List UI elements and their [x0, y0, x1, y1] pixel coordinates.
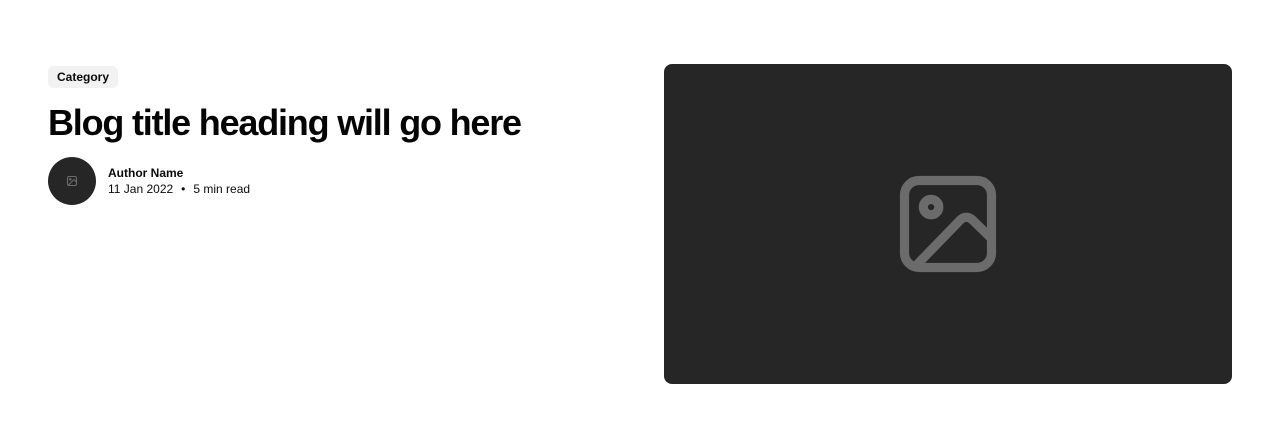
category-tag[interactable]: Category	[48, 66, 119, 88]
blog-title: Blog title heading will go here	[48, 102, 522, 143]
author-info: Author Name 11 Jan 2022 • 5 min read	[108, 165, 250, 197]
author-name[interactable]: Author Name	[108, 165, 250, 181]
hero-image	[664, 64, 1232, 384]
read-time: 5 min read	[193, 182, 251, 196]
image-placeholder-icon	[899, 175, 997, 273]
publish-date: 11 Jan 2022	[108, 182, 174, 196]
post-meta: 11 Jan 2022 • 5 min read	[108, 181, 250, 197]
image-placeholder-icon	[66, 175, 78, 187]
blog-post-header: Category Blog title heading will go here…	[0, 0, 1280, 448]
post-meta-column: Category Blog title heading will go here…	[48, 66, 608, 205]
meta-separator: •	[181, 182, 186, 196]
author-row: Author Name 11 Jan 2022 • 5 min read	[48, 157, 608, 205]
avatar	[48, 157, 96, 205]
